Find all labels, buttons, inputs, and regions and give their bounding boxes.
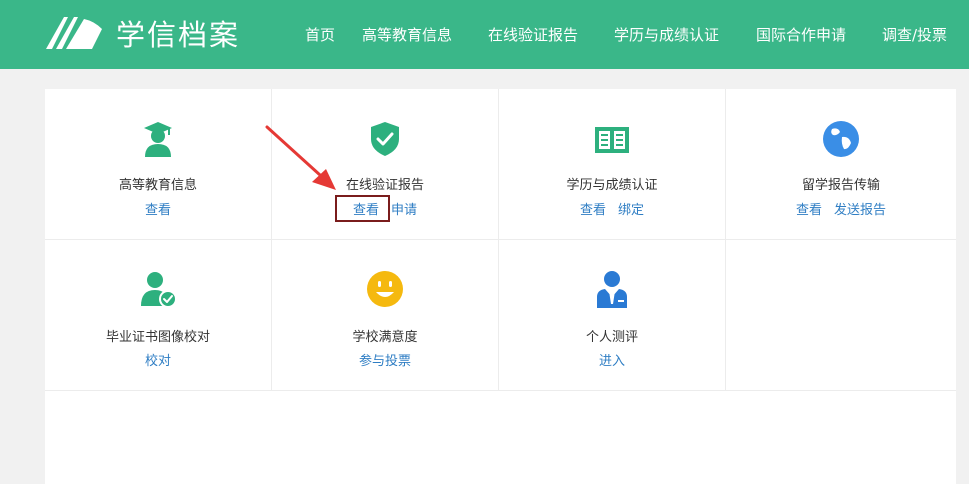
tile-title: 个人测评 [585,330,638,345]
tile-title: 学校满意度 [352,330,418,345]
tile-links: 查看 发送报告 [726,199,956,218]
tile-personal-assessment: 个人测评 进入 [499,240,726,391]
view-link[interactable]: 查看 [580,203,606,218]
graduate-icon [144,122,172,157]
tile-links: 进入 [499,350,725,369]
nav-degree-certification[interactable]: 学历与成绩认证 [614,0,719,69]
tile-school-satisfaction: 学校满意度 参与投票 [272,240,499,391]
nav-higher-education[interactable]: 高等教育信息 [362,0,452,69]
tile-study-abroad-report: 留学报告传输 查看 发送报告 [726,89,956,240]
top-bar: 学信档案 首页 高等教育信息 在线验证报告 学历与成绩认证 国际合作申请 调查/… [0,0,969,69]
view-link[interactable]: 查看 [796,203,822,218]
view-link[interactable]: 查看 [145,203,171,218]
tile-links: 查看 绑定 [499,199,725,218]
nav-online-verification[interactable]: 在线验证报告 [488,0,578,69]
apply-link[interactable]: 申请 [391,203,417,218]
vote-link[interactable]: 参与投票 [359,354,411,369]
shield-check-icon [371,122,399,156]
logo[interactable]: 学信档案 [44,10,240,56]
tile-links: 参与投票 [272,350,498,369]
tile-degree-certification: 学历与成绩认证 查看 绑定 [499,89,726,240]
nav-survey-vote[interactable]: 调查/投票 [882,0,947,69]
tile-title: 高等教育信息 [118,178,197,193]
smile-icon [367,271,403,307]
tile-links: 查看 [45,199,271,218]
highlight-box [335,195,390,222]
tile-diploma-image-check: 毕业证书图像校对 校对 [45,240,272,391]
bind-link[interactable]: 绑定 [618,203,644,218]
globe-icon [823,121,859,157]
services-panel: 高等教育信息 查看 在线验证报告 查看 申请 学历与成绩认证 查看 绑定 留学报… [45,89,956,484]
tile-links: 校对 [45,350,271,369]
annotation-arrow-icon [265,125,336,190]
tile-higher-education: 高等教育信息 查看 [45,89,272,240]
check-link[interactable]: 校对 [145,354,171,369]
logo-book-icon [46,17,102,49]
nav-international-cooperation[interactable]: 国际合作申请 [756,0,846,69]
tile-title: 毕业证书图像校对 [105,330,210,345]
tile-empty [726,240,956,391]
tile-title: 学历与成绩认证 [566,178,658,193]
user-check-icon [141,272,177,308]
book-icon [595,127,629,153]
nav-home[interactable]: 首页 [305,0,335,69]
person-suit-icon [597,271,627,308]
app-title: 学信档案 [116,18,241,52]
enter-link[interactable]: 进入 [599,354,625,369]
send-report-link[interactable]: 发送报告 [834,203,886,218]
tile-title: 留学报告传输 [801,178,880,193]
